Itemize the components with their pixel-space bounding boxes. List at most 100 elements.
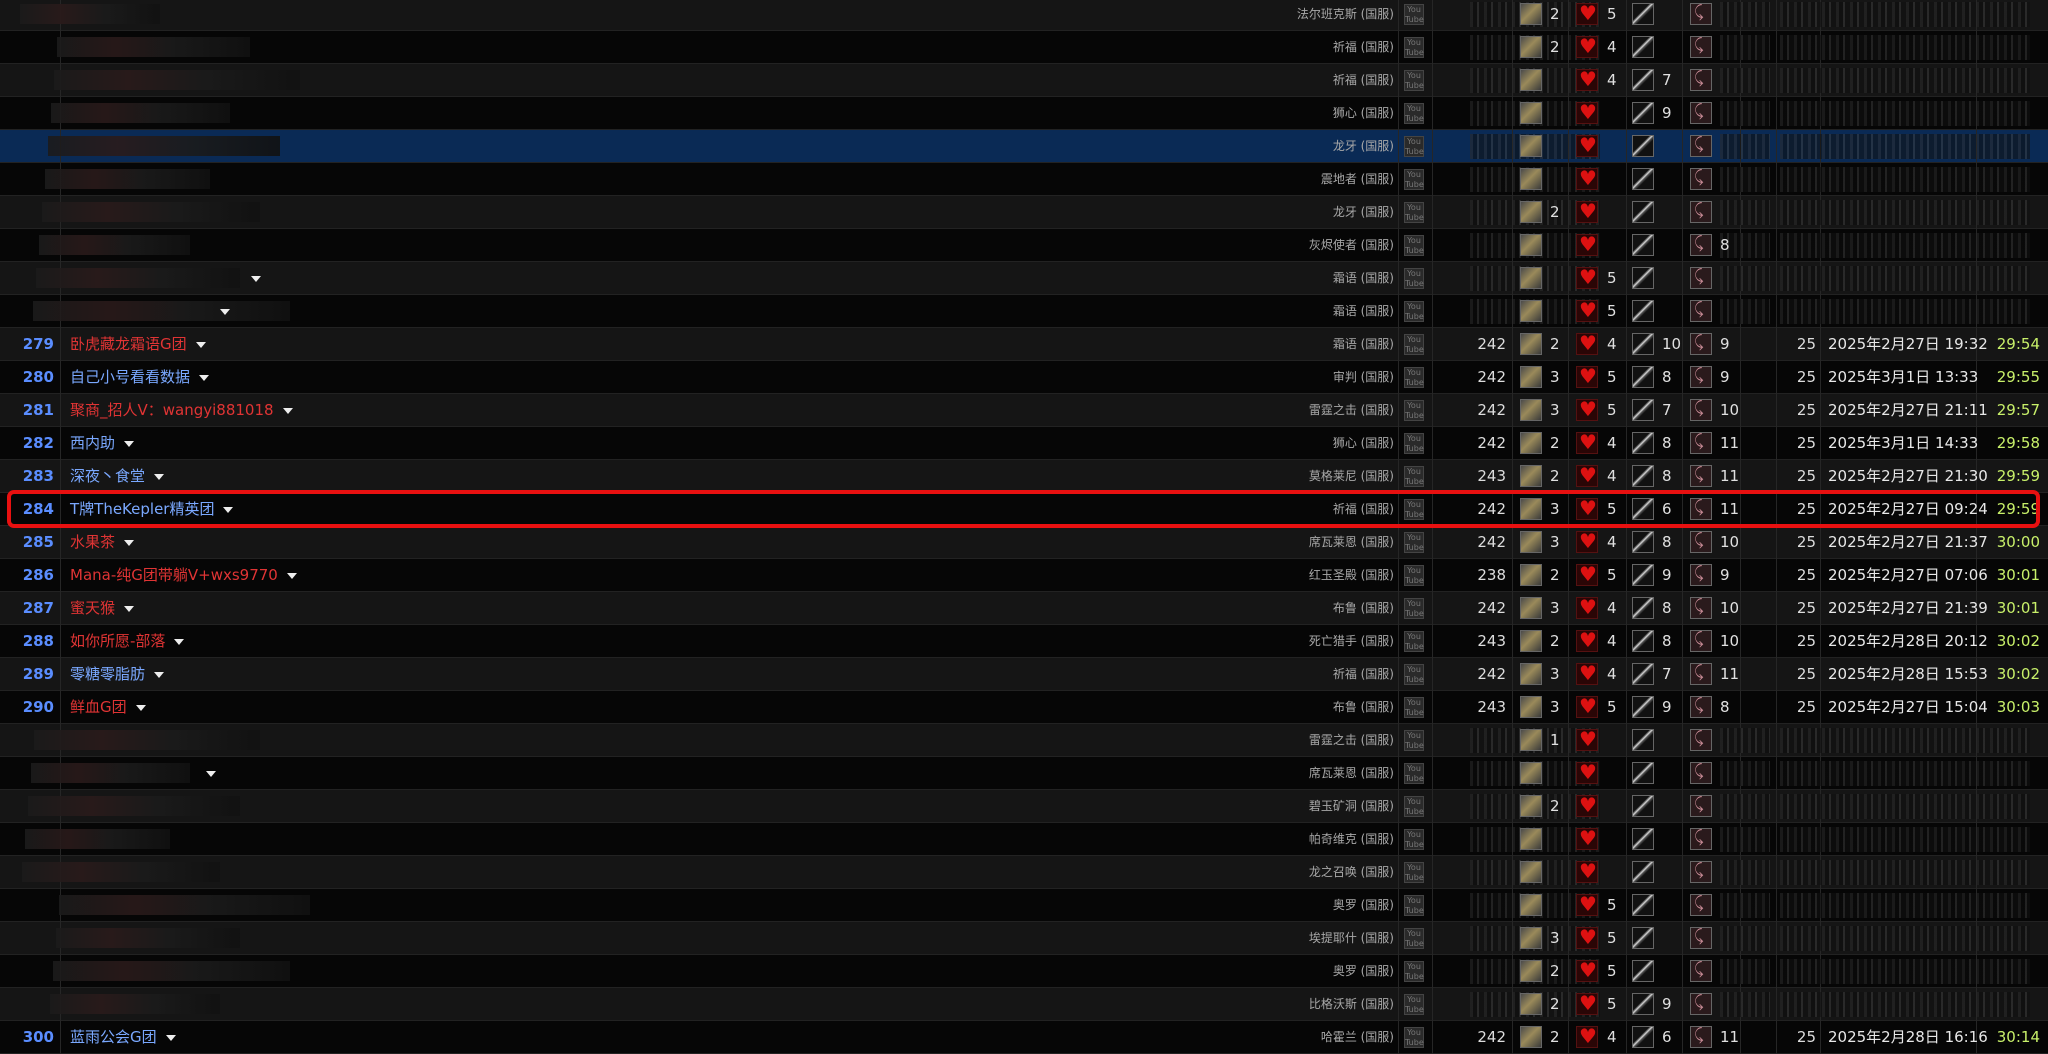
video-icon[interactable]: You Tube <box>1404 763 1424 784</box>
video-icon[interactable]: You Tube <box>1404 697 1424 718</box>
video-icon[interactable]: You Tube <box>1404 862 1424 883</box>
guild-name[interactable]: 鲜血G团 <box>70 691 146 724</box>
guild-name-label[interactable]: 卧虎藏龙霜语G团 <box>70 335 187 353</box>
guild-name[interactable]: 如你所愿-部落 <box>70 625 185 658</box>
table-row[interactable]: 灰烬使者 (国服) You Tube 8 <box>0 229 2048 262</box>
guild-name-label[interactable]: 蜜天猴 <box>70 599 115 617</box>
video-icon[interactable]: You Tube <box>1404 37 1424 58</box>
table-row[interactable]: 285 水果茶 席瓦莱恩 (国服) You Tube 242 3 4 8 10 25 2025年2月… <box>0 526 2048 559</box>
guild-name-label[interactable]: 自己小号看看数据 <box>70 368 190 386</box>
guild-name-label[interactable]: T牌TheKepler精英团 <box>70 500 214 518</box>
guild-name[interactable]: 零糖零脂肪 <box>70 658 165 691</box>
video-icon[interactable]: You Tube <box>1404 70 1424 91</box>
guild-name-label[interactable]: 零糖零脂肪 <box>70 665 145 683</box>
guild-name-label[interactable]: 深夜丶食堂 <box>70 467 145 485</box>
table-row[interactable]: 奥罗 (国服) You Tube 2 5 <box>0 955 2048 988</box>
dropdown-caret-icon[interactable] <box>286 572 297 579</box>
table-row[interactable]: 289 零糖零脂肪 祈福 (国服) You Tube 242 3 4 7 11 25 2025年2月… <box>0 658 2048 691</box>
video-icon[interactable]: You Tube <box>1404 895 1424 916</box>
table-row[interactable]: 龙牙 (国服) You Tube 2 <box>0 196 2048 229</box>
guild-name[interactable]: 蜜天猴 <box>70 592 135 625</box>
dropdown-caret-icon[interactable] <box>165 1034 176 1041</box>
table-row[interactable]: 282 西内助 狮心 (国服) You Tube 242 2 4 8 11 25 2025年3月1日… <box>0 427 2048 460</box>
table-row[interactable]: 祈福 (国服) You Tube 2 4 <box>0 31 2048 64</box>
video-icon[interactable]: You Tube <box>1404 202 1424 223</box>
table-row[interactable]: 279 卧虎藏龙霜语G团 霜语 (国服) You Tube 242 2 4 10 9 25 2025… <box>0 328 2048 361</box>
guild-name-label[interactable]: Mana-纯G团带躺V+wxs9770 <box>70 566 278 584</box>
video-icon[interactable]: You Tube <box>1404 301 1424 322</box>
table-row[interactable]: 龙之召唤 (国服) You Tube <box>0 856 2048 889</box>
dropdown-caret-icon[interactable] <box>154 671 165 678</box>
video-icon[interactable]: You Tube <box>1404 1027 1424 1048</box>
guild-name[interactable]: 卧虎藏龙霜语G团 <box>70 328 206 361</box>
table-row[interactable]: 281 聚商_招人V：wangyi881018 雷霆之击 (国服) You Tube 2… <box>0 394 2048 427</box>
guild-name[interactable]: 水果茶 <box>70 526 135 559</box>
guild-name[interactable]: T牌TheKepler精英团 <box>70 493 234 526</box>
table-row[interactable]: 280 自己小号看看数据 审判 (国服) You Tube 242 3 5 8 9 25 2025年… <box>0 361 2048 394</box>
dropdown-caret-icon[interactable] <box>124 440 135 447</box>
video-icon[interactable]: You Tube <box>1404 796 1424 817</box>
guild-name-label[interactable]: 西内助 <box>70 434 115 452</box>
guild-name-label[interactable]: 聚商_招人V：wangyi881018 <box>70 401 274 419</box>
table-row[interactable]: 龙牙 (国服) You Tube <box>0 130 2048 163</box>
dropdown-caret-icon[interactable] <box>220 309 230 315</box>
dropdown-caret-icon[interactable] <box>174 638 185 645</box>
guild-name[interactable]: Mana-纯G团带躺V+wxs9770 <box>70 559 297 592</box>
video-icon[interactable]: You Tube <box>1404 169 1424 190</box>
table-row[interactable]: 284 T牌TheKepler精英团 祈福 (国服) You Tube 242 3 5 6 11… <box>0 493 2048 526</box>
dropdown-caret-icon[interactable] <box>223 506 234 513</box>
video-icon[interactable]: You Tube <box>1404 730 1424 751</box>
table-row[interactable]: 霜语 (国服) You Tube 5 <box>0 295 2048 328</box>
video-icon[interactable]: You Tube <box>1404 829 1424 850</box>
dropdown-caret-icon[interactable] <box>206 771 216 777</box>
table-row[interactable]: 300 蓝雨公会G团 哈霍兰 (国服) You Tube 242 2 4 6 11 25 2025年… <box>0 1021 2048 1054</box>
table-row[interactable]: 帕奇维克 (国服) You Tube <box>0 823 2048 856</box>
table-row[interactable]: 288 如你所愿-部落 死亡猎手 (国服) You Tube 243 2 4 8 10 25 202… <box>0 625 2048 658</box>
table-row[interactable]: 283 深夜丶食堂 莫格莱尼 (国服) You Tube 243 2 4 8 11 25 2025年… <box>0 460 2048 493</box>
guild-name-label[interactable]: 蓝雨公会G团 <box>70 1028 157 1046</box>
table-row[interactable]: 290 鲜血G团 布鲁 (国服) You Tube 243 3 5 9 8 25 2025年2月27… <box>0 691 2048 724</box>
table-row[interactable]: 祈福 (国服) You Tube 4 7 <box>0 64 2048 97</box>
table-row[interactable]: 286 Mana-纯G团带躺V+wxs9770 红玉圣殿 (国服) You Tube 2… <box>0 559 2048 592</box>
table-row[interactable]: 雷霆之击 (国服) You Tube 1 <box>0 724 2048 757</box>
table-row[interactable]: 奥罗 (国服) You Tube 5 <box>0 889 2048 922</box>
table-row[interactable]: 席瓦莱恩 (国服) You Tube <box>0 757 2048 790</box>
video-icon[interactable]: You Tube <box>1404 664 1424 685</box>
video-icon[interactable]: You Tube <box>1404 136 1424 157</box>
table-row[interactable]: 埃提耶什 (国服) You Tube 3 5 <box>0 922 2048 955</box>
video-icon[interactable]: You Tube <box>1404 367 1424 388</box>
video-icon[interactable]: You Tube <box>1404 598 1424 619</box>
video-icon[interactable]: You Tube <box>1404 565 1424 586</box>
guild-name-label[interactable]: 水果茶 <box>70 533 115 551</box>
guild-name-label[interactable]: 如你所愿-部落 <box>70 632 165 650</box>
video-icon[interactable]: You Tube <box>1404 961 1424 982</box>
video-icon[interactable]: You Tube <box>1404 466 1424 487</box>
table-row[interactable]: 法尔班克斯 (国服) You Tube 2 5 <box>0 0 2048 31</box>
video-icon[interactable]: You Tube <box>1404 433 1424 454</box>
video-icon[interactable]: You Tube <box>1404 103 1424 124</box>
video-icon[interactable]: You Tube <box>1404 532 1424 553</box>
dropdown-caret-icon[interactable] <box>199 374 210 381</box>
table-row[interactable]: 比格沃斯 (国服) You Tube 2 5 9 <box>0 988 2048 1021</box>
video-icon[interactable]: You Tube <box>1404 334 1424 355</box>
guild-name[interactable]: 聚商_招人V：wangyi881018 <box>70 394 293 427</box>
video-icon[interactable]: You Tube <box>1404 400 1424 421</box>
table-row[interactable]: 287 蜜天猴 布鲁 (国服) You Tube 242 3 4 8 10 25 2025年2月27… <box>0 592 2048 625</box>
dropdown-caret-icon[interactable] <box>124 539 135 546</box>
video-icon[interactable]: You Tube <box>1404 235 1424 256</box>
table-row[interactable]: 震地者 (国服) You Tube <box>0 163 2048 196</box>
table-row[interactable]: 碧玉矿洞 (国服) You Tube 2 <box>0 790 2048 823</box>
dropdown-caret-icon[interactable] <box>251 276 261 282</box>
video-icon[interactable]: You Tube <box>1404 994 1424 1015</box>
video-icon[interactable]: You Tube <box>1404 631 1424 652</box>
dropdown-caret-icon[interactable] <box>154 473 165 480</box>
video-icon[interactable]: You Tube <box>1404 928 1424 949</box>
dropdown-caret-icon[interactable] <box>135 704 146 711</box>
video-icon[interactable]: You Tube <box>1404 499 1424 520</box>
guild-name[interactable]: 深夜丶食堂 <box>70 460 165 493</box>
dropdown-caret-icon[interactable] <box>282 407 293 414</box>
table-row[interactable]: 狮心 (国服) You Tube 9 <box>0 97 2048 130</box>
guild-name[interactable]: 自己小号看看数据 <box>70 361 210 394</box>
video-icon[interactable]: You Tube <box>1404 4 1424 25</box>
guild-name[interactable]: 西内助 <box>70 427 135 460</box>
